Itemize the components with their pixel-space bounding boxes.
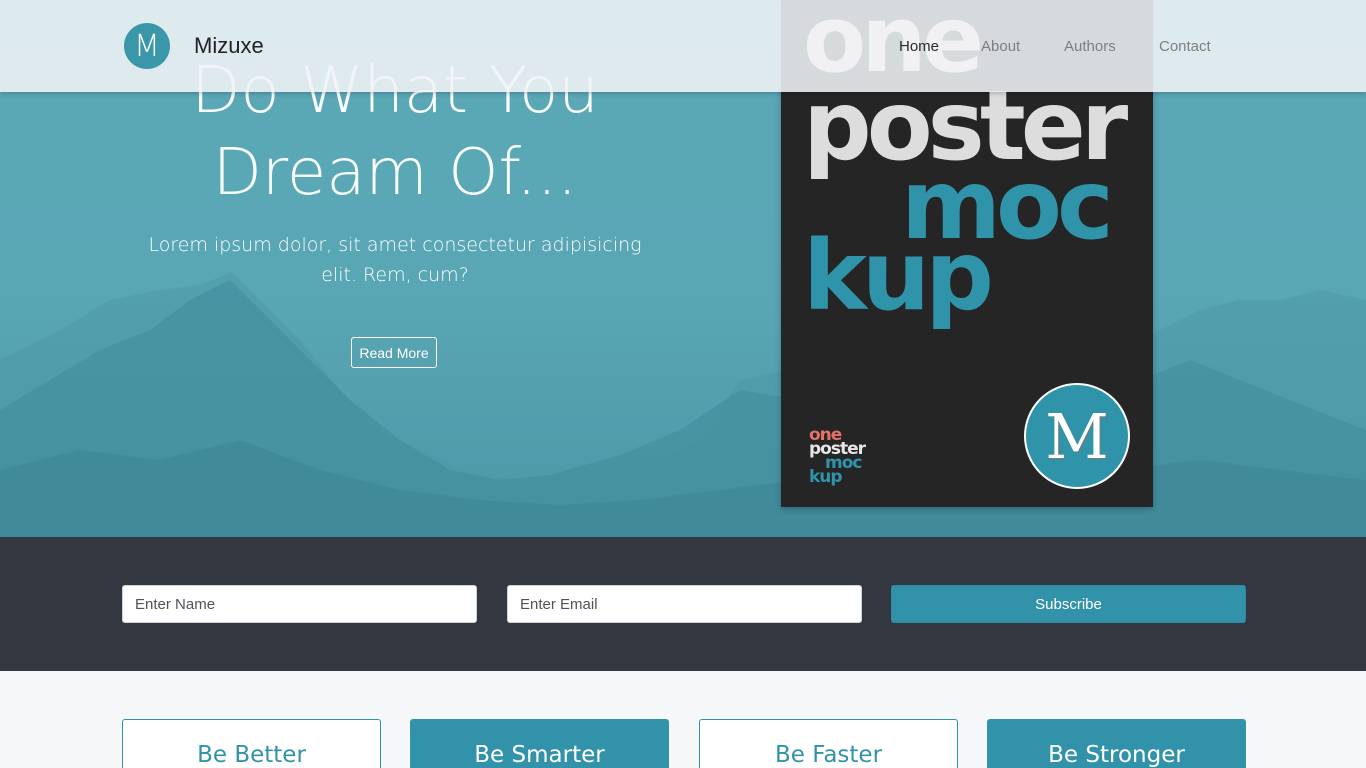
hero-title-line2: Dream Of... — [212, 136, 578, 210]
feature-card-be-better[interactable]: Be Better — [122, 719, 381, 768]
feature-card-be-smarter[interactable]: Be Smarter — [410, 719, 669, 768]
email-input[interactable] — [507, 585, 862, 623]
subscribe-button[interactable]: Subscribe — [891, 585, 1246, 623]
brand-name[interactable]: Mizuxe — [194, 33, 264, 59]
features-section: Be Better Be Smarter Be Faster Be Strong… — [0, 671, 1366, 768]
top-navbar: M Mizuxe Home About Authors Contact — [0, 0, 1366, 92]
nav-item-authors[interactable]: Authors — [1064, 38, 1116, 55]
poster-small-mark: one poster moc kup — [809, 427, 866, 486]
feature-card-be-stronger[interactable]: Be Stronger — [987, 719, 1246, 768]
feature-card-be-faster[interactable]: Be Faster — [699, 719, 958, 768]
name-input[interactable] — [122, 585, 477, 623]
brand-logo-icon[interactable]: M — [124, 23, 170, 69]
subscribe-section: Subscribe — [0, 537, 1366, 671]
nav-item-home[interactable]: Home — [899, 38, 939, 55]
poster-word-kup: kup — [803, 220, 994, 332]
poster-logo-badge: M — [1024, 383, 1130, 489]
nav-item-about[interactable]: About — [981, 38, 1020, 55]
nav-item-contact[interactable]: Contact — [1159, 38, 1211, 55]
read-more-button[interactable]: Read More — [351, 337, 437, 368]
hero-subtitle: Lorem ipsum dolor, sit amet consectetur … — [148, 234, 642, 286]
